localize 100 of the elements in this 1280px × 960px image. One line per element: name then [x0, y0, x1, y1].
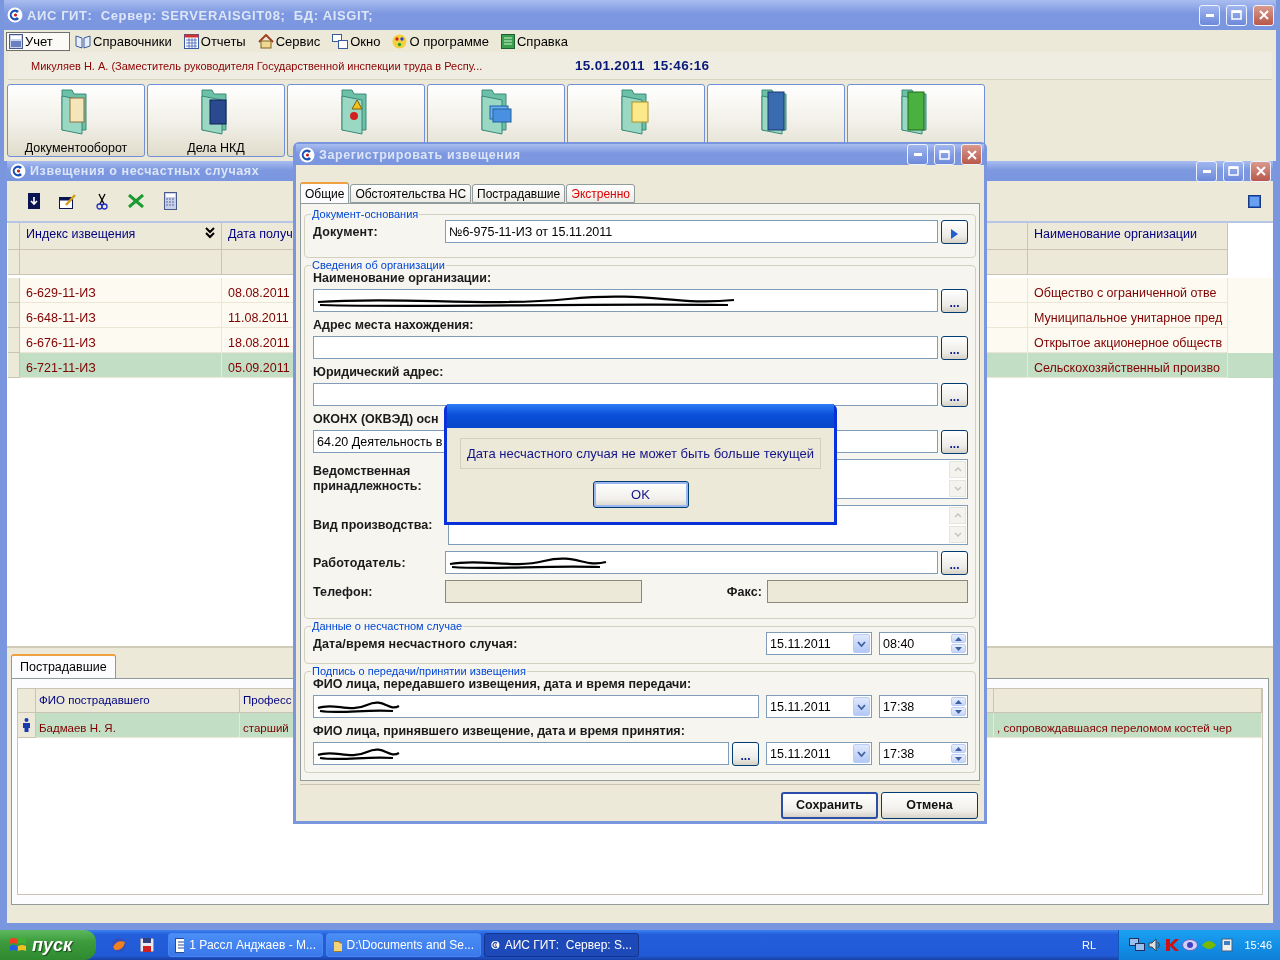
windows-flag-icon	[9, 937, 27, 953]
date-field[interactable]: 15.11.2011	[766, 632, 872, 655]
menu-item[interactable]: Справочники	[72, 31, 179, 51]
taskbar-button[interactable]: 1 Рассл Анджаев - М...	[168, 933, 323, 957]
spin-up-button[interactable]	[951, 744, 966, 753]
close-button[interactable]	[961, 144, 982, 165]
text-field[interactable]: №6-975-11-ИЗ от 15.11.2011	[445, 220, 938, 243]
menu-item[interactable]: Учет	[6, 31, 70, 51]
maximize-button[interactable]	[934, 144, 955, 165]
date-field[interactable]: 15.11.2011	[766, 742, 872, 765]
group-title: Документ-основания	[311, 208, 420, 220]
person-icon	[23, 718, 30, 732]
eye-icon	[1182, 939, 1198, 951]
maximize-icon	[1231, 10, 1242, 20]
dropdown-button[interactable]	[853, 744, 870, 763]
document-icon	[175, 937, 185, 953]
scissors-icon	[96, 192, 108, 210]
start-button[interactable]: пуск	[0, 930, 96, 960]
tab[interactable]: Пострадавшие	[472, 184, 566, 203]
tab[interactable]: Обстоятельства НС	[350, 184, 472, 203]
tab[interactable]: Экстренно	[566, 184, 636, 203]
window-title: АИС ГИТ: Сервер: SERVERAISGIT08; БД: AISGIT;	[27, 7, 375, 23]
minimize-button[interactable]	[907, 144, 928, 165]
menu-item[interactable]: Окно	[329, 31, 388, 51]
calendar-icon	[183, 33, 199, 49]
text-field[interactable]	[313, 336, 938, 359]
up-arrow-icon	[955, 699, 962, 704]
down-arrow-icon	[955, 709, 962, 714]
go-button[interactable]	[941, 219, 968, 244]
filter-cell[interactable]	[20, 250, 222, 275]
palette-icon	[392, 33, 408, 49]
browse-button[interactable]: ...	[732, 741, 759, 766]
text-field[interactable]	[313, 742, 729, 765]
browse-button[interactable]: ...	[941, 382, 968, 407]
ok-button[interactable]: OK	[592, 481, 689, 508]
column-header[interactable]: Индекс извещения	[20, 223, 222, 250]
table-cell: Сельскохозяйственный произво	[1028, 353, 1228, 378]
minimize-button[interactable]	[1196, 160, 1217, 182]
down-arrow-icon	[955, 756, 962, 761]
dialog-button[interactable]: Отмена	[881, 791, 978, 819]
minimize-icon	[1205, 13, 1214, 17]
text-field[interactable]	[313, 289, 938, 312]
browse-button[interactable]: ...	[941, 288, 968, 313]
browse-button[interactable]: ...	[941, 429, 968, 454]
time-field[interactable]: 08:40	[879, 632, 968, 655]
spin-down-button[interactable]	[951, 754, 966, 763]
download-icon	[28, 193, 40, 209]
field-label: Ведомственная принадлежность:	[313, 464, 423, 494]
user-info: Микуляев Н. А. (Заместитель руководителя Государственной инспекции труда в Респу...	[31, 59, 484, 72]
dialog-button[interactable]: Сохранить	[781, 791, 878, 819]
dropdown-button[interactable]	[853, 634, 870, 653]
close-button[interactable]	[1250, 160, 1271, 182]
tab[interactable]: Пострадавшие	[11, 654, 116, 678]
books-icon	[75, 33, 91, 49]
browse-button[interactable]: ...	[941, 550, 968, 575]
taskbar-button[interactable]: D:\Documents and Se...	[326, 933, 481, 957]
app-logo-icon	[7, 7, 23, 23]
window-title: Извещения о несчастных случаях	[30, 164, 261, 178]
caret-icon	[857, 750, 866, 757]
speaker-icon	[1148, 938, 1162, 952]
dropdown-button[interactable]	[853, 697, 870, 716]
date-field[interactable]: 15.11.2011	[766, 695, 872, 718]
maximize-button[interactable]	[1223, 160, 1244, 182]
taskbar-button[interactable]: АИС ГИТ: Сервер: S...	[484, 933, 639, 957]
caret-icon	[857, 703, 866, 710]
time-field[interactable]: 17:38	[879, 695, 968, 718]
column-header[interactable]: Наименование организации	[1028, 223, 1228, 250]
close-button[interactable]	[1253, 4, 1274, 26]
spin-down-button[interactable]	[951, 644, 966, 653]
minimize-button[interactable]	[1199, 4, 1220, 26]
launcher-button[interactable]: Дела НКД	[147, 84, 285, 157]
maximize-icon	[1228, 166, 1239, 176]
spin-up-button[interactable]	[951, 697, 966, 706]
field-label: ФИО лица, передавшего извещения, дата и время передачи:	[313, 677, 692, 693]
menu-item[interactable]: Сервис	[254, 31, 328, 51]
filter-cell[interactable]	[1028, 250, 1228, 275]
menu-item[interactable]: Справка	[498, 31, 575, 51]
menu-item[interactable]: Отчеты	[180, 31, 253, 51]
column-header[interactable]: ФИО пострадавшего	[36, 689, 240, 713]
time-field[interactable]: 17:38	[879, 742, 968, 765]
shield-k-icon	[1165, 938, 1179, 952]
table-cell: 6-721-11-ИЗ	[20, 353, 222, 378]
down-arrow-icon	[955, 646, 962, 651]
tab[interactable]: Общие	[300, 182, 350, 203]
language-indicator[interactable]: RL	[1081, 939, 1096, 951]
sort-chevron-icon	[205, 227, 215, 239]
launcher-button[interactable]: Документооборот	[7, 84, 145, 157]
group-title: Данные о несчастном случае	[311, 620, 464, 632]
menu-item[interactable]: О программе	[389, 31, 496, 51]
field-label: Работодатель:	[313, 555, 407, 570]
message-text: Дата несчастного случая не может быть больше текущей	[459, 438, 822, 469]
spin-up-button[interactable]	[951, 634, 966, 643]
browse-button[interactable]: ...	[941, 335, 968, 360]
globe-icon	[111, 937, 127, 953]
text-field[interactable]	[313, 695, 759, 718]
text-field[interactable]	[313, 383, 938, 406]
spin-down-button[interactable]	[951, 707, 966, 716]
graphics-card-icon	[1201, 939, 1217, 951]
text-field[interactable]	[445, 551, 938, 574]
maximize-button[interactable]	[1226, 4, 1247, 26]
